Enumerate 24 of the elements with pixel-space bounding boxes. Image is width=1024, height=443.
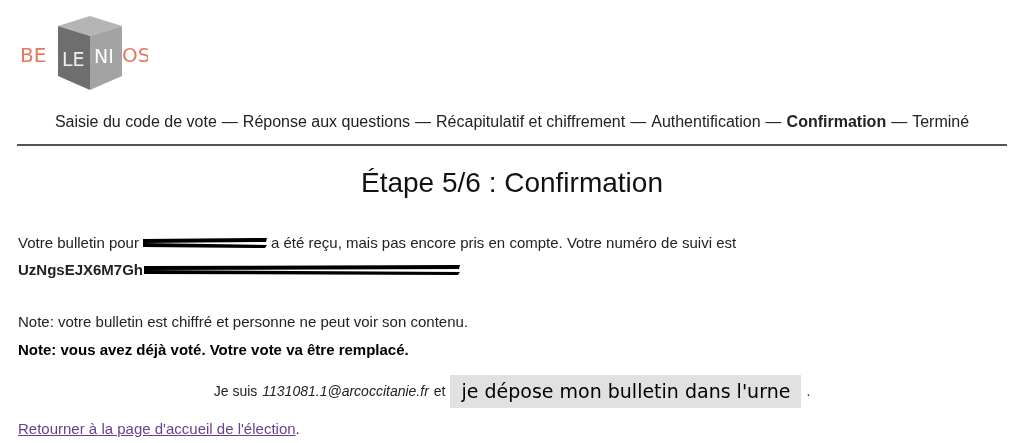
voter-email: 1131081.1@arcoccitanie.fr <box>262 381 429 401</box>
step-separator: — <box>630 112 647 132</box>
period-text: . <box>295 419 300 437</box>
tracking-number: UzNgsEJX6M7Gh <box>18 259 144 280</box>
step-label: Authentification <box>651 112 761 132</box>
cast-ballot-button[interactable]: je dépose mon bulletin dans l'urne <box>450 375 802 408</box>
step-label: Saisie du code de vote <box>54 112 217 132</box>
step-label: Réponse aux questions <box>242 112 411 132</box>
step-separator: — <box>221 112 238 132</box>
period-text: . <box>806 381 811 401</box>
conjunction-text: et <box>433 381 446 401</box>
step-label: Terminé <box>912 112 970 132</box>
step-separator: — <box>891 112 908 132</box>
page-heading: Étape 5/6 : Confirmation <box>360 166 664 200</box>
note-text: Note: vous avez déjà voté. Votre vote va être remplacé. <box>18 339 410 360</box>
step-label: Récapitulatif et chiffrement <box>436 112 626 132</box>
voter-label: Je suis <box>213 381 258 401</box>
back-link[interactable]: Retourner à la page d'accueil de l'élection <box>18 419 296 437</box>
step-label: Confirmation <box>786 112 887 132</box>
step-separator: — <box>415 112 432 132</box>
receipt-text: a été reçu, mais pas encore pris en compte. Votre numéro de suivi est <box>270 233 737 253</box>
receipt-text: Votre bulletin pour <box>18 233 139 253</box>
step-separator: — <box>765 112 782 132</box>
note-text: Note: votre bulletin est chiffré et personne ne peut voir son contenu. <box>18 312 469 332</box>
